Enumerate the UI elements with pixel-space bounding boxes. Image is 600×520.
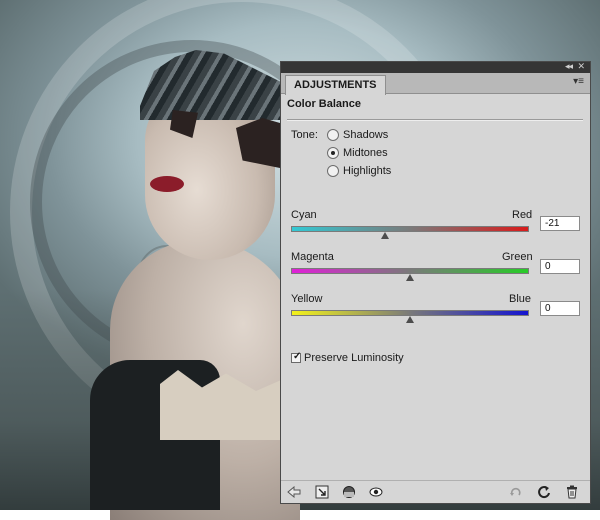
cyan-red-slider-thumb[interactable] [381, 232, 389, 239]
slider-left-label: Cyan [291, 209, 317, 221]
radio-button-selected[interactable] [327, 147, 339, 159]
collapse-icon[interactable]: ◂◂ [565, 61, 573, 72]
preserve-luminosity-checkbox[interactable]: ✓ [291, 351, 302, 363]
slider-left-label: Yellow [291, 293, 323, 305]
panel-title: Color Balance [287, 98, 361, 110]
slider-left-label: Magenta [291, 251, 334, 263]
reset-icon[interactable] [537, 485, 551, 499]
tab-adjustments[interactable]: ADJUSTMENTS [285, 75, 386, 95]
preserve-luminosity-label: Preserve Luminosity [304, 352, 404, 364]
close-icon[interactable]: ✕ [577, 61, 585, 72]
magenta-green-value-field[interactable]: 0 [540, 259, 580, 274]
radio-highlights[interactable]: Highlights [327, 164, 391, 178]
radio-midtones[interactable]: Midtones [327, 146, 388, 160]
back-arrow-icon[interactable] [287, 485, 301, 499]
radio-button[interactable] [327, 129, 339, 141]
radio-button[interactable] [327, 165, 339, 177]
divider [287, 119, 583, 121]
yellow-blue-value-field[interactable]: 0 [540, 301, 580, 316]
woman-lips [150, 176, 184, 192]
panel-topbar: ◂◂ ✕ [281, 61, 590, 73]
yellow-blue-slider-thumb[interactable] [406, 316, 414, 323]
tone-label: Tone: [291, 129, 318, 141]
mask-visibility-icon[interactable] [342, 485, 356, 499]
trash-icon[interactable] [565, 485, 579, 499]
clip-to-layer-icon[interactable] [315, 485, 329, 499]
toggle-visibility-icon[interactable] [509, 485, 523, 499]
cyan-red-value-field[interactable]: -21 [540, 216, 580, 231]
view-previous-icon[interactable] [369, 485, 383, 499]
panel-footer [281, 480, 590, 503]
magenta-green-slider-thumb[interactable] [406, 274, 414, 281]
torn-patch [236, 118, 280, 168]
panel-tabbar: ADJUSTMENTS ▾≡ [281, 73, 590, 95]
slider-right-label: Green [502, 251, 533, 263]
slider-right-label: Blue [509, 293, 532, 305]
slider-right-label: Red [512, 209, 533, 221]
panel-menu-icon[interactable]: ▾≡ [573, 76, 584, 87]
checkmark-icon: ✓ [293, 351, 302, 362]
radio-shadows[interactable]: Shadows [327, 128, 388, 142]
cyan-red-slider-track[interactable] [291, 226, 529, 232]
adjustments-panel: ◂◂ ✕ ADJUSTMENTS ▾≡ Color Balance Tone: … [280, 61, 591, 504]
